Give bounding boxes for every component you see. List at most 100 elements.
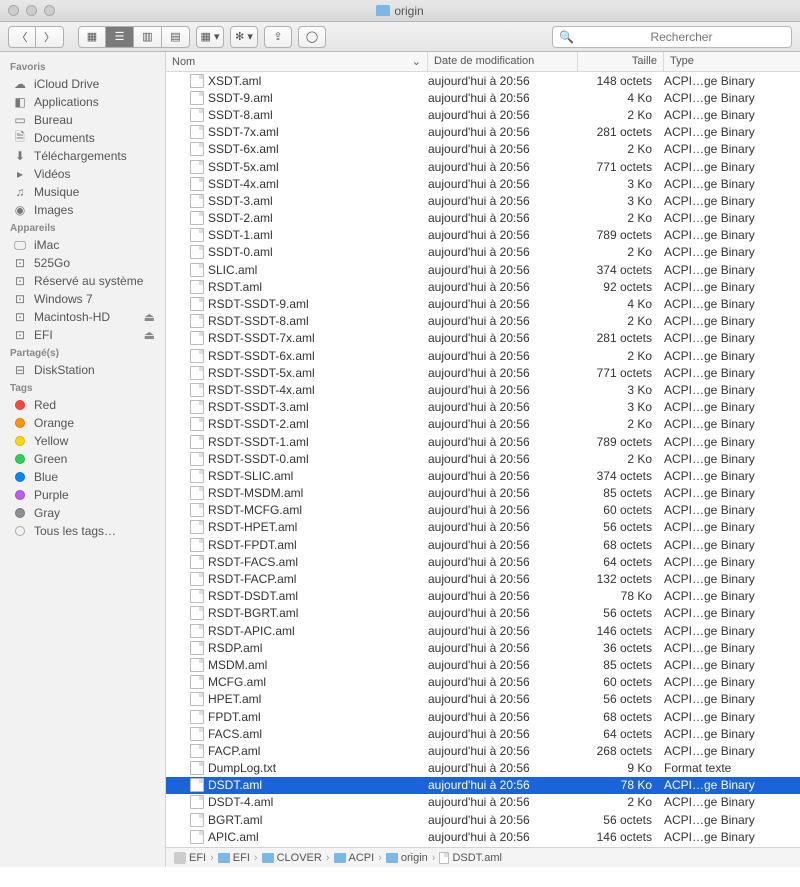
view-list-button[interactable]: ☰ [106, 26, 134, 48]
sidebar-item[interactable]: ◧Applications [0, 93, 165, 111]
file-date: aujourd'hui à 20:56 [428, 125, 578, 139]
table-row[interactable]: RSDT-FACS.amlaujourd'hui à 20:5664 octet… [166, 553, 800, 570]
table-row[interactable]: RSDT-SSDT-3.amlaujourd'hui à 20:563 KoAC… [166, 399, 800, 416]
table-row[interactable]: RSDT-BGRT.amlaujourd'hui à 20:5656 octet… [166, 605, 800, 622]
action-button[interactable]: ✻ ▾ [230, 26, 258, 48]
table-row[interactable]: SLIC.amlaujourd'hui à 20:56374 octetsACP… [166, 261, 800, 278]
file-type: ACPI…ge Binary [664, 778, 800, 792]
path-segment[interactable]: ACPI [334, 852, 375, 864]
table-row[interactable]: SSDT-4x.amlaujourd'hui à 20:563 KoACPI…g… [166, 175, 800, 192]
sidebar-item[interactable]: ⊡Réservé au système [0, 272, 165, 290]
table-row[interactable]: RSDT-MSDM.amlaujourd'hui à 20:5685 octet… [166, 485, 800, 502]
sidebar-item[interactable]: ⊡Windows 7 [0, 290, 165, 308]
file-icon [190, 228, 204, 242]
table-row[interactable]: SSDT-0.amlaujourd'hui à 20:562 KoACPI…ge… [166, 244, 800, 261]
table-row[interactable]: DSDT.amlaujourd'hui à 20:5678 KoACPI…ge … [166, 777, 800, 794]
view-gallery-button[interactable]: ▤ [162, 26, 190, 48]
table-row[interactable]: SSDT-1.amlaujourd'hui à 20:56789 octetsA… [166, 227, 800, 244]
eject-icon[interactable]: ⏏ [144, 310, 155, 324]
table-row[interactable]: RSDT-FACP.amlaujourd'hui à 20:56132 octe… [166, 570, 800, 587]
path-segment[interactable]: origin [386, 852, 428, 864]
sidebar-item[interactable]: ☁iCloud Drive [0, 75, 165, 93]
back-button[interactable]: 〈 [8, 26, 36, 48]
path-segment[interactable]: EFI [174, 852, 206, 864]
column-header-size[interactable]: Taille [578, 52, 664, 71]
sidebar-item[interactable]: ⊡525Go [0, 254, 165, 272]
table-row[interactable]: SSDT-8.amlaujourd'hui à 20:562 KoACPI…ge… [166, 106, 800, 123]
search-field[interactable]: 🔍 [552, 26, 792, 48]
table-row[interactable]: RSDT-SSDT-1.amlaujourd'hui à 20:56789 oc… [166, 433, 800, 450]
table-row[interactable]: RSDT-APIC.amlaujourd'hui à 20:56146 octe… [166, 622, 800, 639]
path-segment[interactable]: CLOVER [262, 852, 322, 864]
table-row[interactable]: RSDT-SSDT-6x.amlaujourd'hui à 20:562 KoA… [166, 347, 800, 364]
path-segment[interactable]: EFI [218, 852, 250, 864]
sidebar-item[interactable]: ▭Bureau [0, 111, 165, 129]
view-icons-button[interactable]: ▦ [78, 26, 106, 48]
table-row[interactable]: RSDT-SSDT-9.amlaujourd'hui à 20:564 KoAC… [166, 295, 800, 312]
sidebar-item[interactable]: ⊟DiskStation [0, 361, 165, 379]
table-row[interactable]: RSDT-SSDT-5x.amlaujourd'hui à 20:56771 o… [166, 364, 800, 381]
sidebar-item[interactable]: Green [0, 450, 165, 468]
table-row[interactable]: DumpLog.txtaujourd'hui à 20:569 KoFormat… [166, 760, 800, 777]
sidebar-item[interactable]: Tous les tags… [0, 522, 165, 540]
table-row[interactable]: MSDM.amlaujourd'hui à 20:5685 octetsACPI… [166, 656, 800, 673]
table-row[interactable]: FPDT.amlaujourd'hui à 20:5668 octetsACPI… [166, 708, 800, 725]
path-segment[interactable]: DSDT.aml [439, 852, 502, 864]
sidebar-item[interactable]: 🗎Documents [0, 129, 165, 147]
search-input[interactable] [578, 30, 785, 44]
table-row[interactable]: SSDT-2.amlaujourd'hui à 20:562 KoACPI…ge… [166, 210, 800, 227]
table-row[interactable]: RSDT-SSDT-4x.amlaujourd'hui à 20:563 KoA… [166, 381, 800, 398]
column-header-type[interactable]: Type [664, 52, 800, 71]
table-row[interactable]: SSDT-3.amlaujourd'hui à 20:563 KoACPI…ge… [166, 192, 800, 209]
table-row[interactable]: SSDT-7x.amlaujourd'hui à 20:56281 octets… [166, 124, 800, 141]
table-row[interactable]: RSDP.amlaujourd'hui à 20:5636 octetsACPI… [166, 639, 800, 656]
table-row[interactable]: RSDT.amlaujourd'hui à 20:5692 octetsACPI… [166, 278, 800, 295]
sidebar-item[interactable]: Red [0, 396, 165, 414]
table-row[interactable]: XSDT.amlaujourd'hui à 20:56148 octetsACP… [166, 72, 800, 89]
sidebar-item[interactable]: Blue [0, 468, 165, 486]
table-row[interactable]: HPET.amlaujourd'hui à 20:5656 octetsACPI… [166, 691, 800, 708]
table-row[interactable]: APIC.amlaujourd'hui à 20:56146 octetsACP… [166, 828, 800, 845]
table-row[interactable]: FACP.amlaujourd'hui à 20:56268 octetsACP… [166, 742, 800, 759]
table-row[interactable]: FACS.amlaujourd'hui à 20:5664 octetsACPI… [166, 725, 800, 742]
share-button[interactable]: ⇪ [264, 26, 292, 48]
sidebar-item[interactable]: ▸Vidéos [0, 165, 165, 183]
table-row[interactable]: SSDT-9.amlaujourd'hui à 20:564 KoACPI…ge… [166, 89, 800, 106]
table-row[interactable]: RSDT-SSDT-2.amlaujourd'hui à 20:562 KoAC… [166, 416, 800, 433]
file-list[interactable]: XSDT.amlaujourd'hui à 20:56148 octetsACP… [166, 72, 800, 847]
table-row[interactable]: RSDT-DSDT.amlaujourd'hui à 20:5678 KoACP… [166, 588, 800, 605]
table-row[interactable]: DSDT-4.amlaujourd'hui à 20:562 KoACPI…ge… [166, 794, 800, 811]
table-row[interactable]: RSDT-SSDT-0.amlaujourd'hui à 20:562 KoAC… [166, 450, 800, 467]
table-row[interactable]: RSDT-SSDT-7x.amlaujourd'hui à 20:56281 o… [166, 330, 800, 347]
table-row[interactable]: RSDT-HPET.amlaujourd'hui à 20:5656 octet… [166, 519, 800, 536]
sidebar-item[interactable]: ⊡EFI⏏ [0, 326, 165, 344]
sidebar-item[interactable]: Gray [0, 504, 165, 522]
table-row[interactable]: MCFG.amlaujourd'hui à 20:5660 octetsACPI… [166, 674, 800, 691]
table-row[interactable]: SSDT-5x.amlaujourd'hui à 20:56771 octets… [166, 158, 800, 175]
sidebar-item[interactable]: Yellow [0, 432, 165, 450]
table-row[interactable]: BGRT.amlaujourd'hui à 20:5656 octetsACPI… [166, 811, 800, 828]
view-columns-button[interactable]: ▥ [134, 26, 162, 48]
table-row[interactable]: RSDT-SSDT-8.amlaujourd'hui à 20:562 KoAC… [166, 313, 800, 330]
column-header-date[interactable]: Date de modification [428, 52, 578, 71]
file-name: FACS.aml [208, 727, 262, 741]
sidebar-item[interactable]: ⬇Téléchargements [0, 147, 165, 165]
sidebar-item[interactable]: Orange [0, 414, 165, 432]
file-name: SLIC.aml [208, 263, 257, 277]
tag-dot-icon [12, 452, 28, 466]
arrange-button[interactable]: ▦ ▾ [196, 26, 224, 48]
sidebar-item[interactable]: ⊡Macintosh-HD⏏ [0, 308, 165, 326]
forward-button[interactable]: 〉 [36, 26, 64, 48]
table-row[interactable]: RSDT-SLIC.amlaujourd'hui à 20:56374 octe… [166, 467, 800, 484]
table-row[interactable]: SSDT-6x.amlaujourd'hui à 20:562 KoACPI…g… [166, 141, 800, 158]
sidebar-item[interactable]: ◉Images [0, 201, 165, 219]
sidebar-item[interactable]: 🖵iMac [0, 236, 165, 254]
column-header-name[interactable]: Nom⌄ [166, 52, 428, 71]
table-row[interactable]: RSDT-FPDT.amlaujourd'hui à 20:5668 octet… [166, 536, 800, 553]
tags-button[interactable]: ◯ [298, 26, 326, 48]
table-row[interactable]: RSDT-MCFG.amlaujourd'hui à 20:5660 octet… [166, 502, 800, 519]
file-name: RSDT-SSDT-0.aml [208, 452, 309, 466]
eject-icon[interactable]: ⏏ [144, 328, 155, 342]
sidebar-item[interactable]: ♫Musique [0, 183, 165, 201]
sidebar-item[interactable]: Purple [0, 486, 165, 504]
